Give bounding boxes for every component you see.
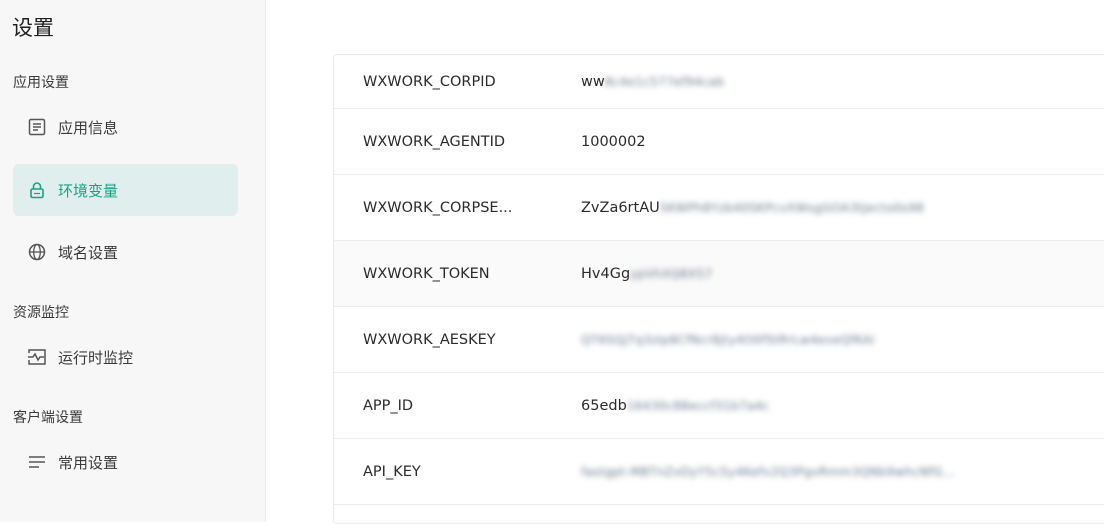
env-value: QT6SQjTq3zIp8CfNcr8jty4O0fStRrLw4eveQfKA… — [581, 333, 875, 347]
scroll-fade — [334, 55, 1104, 61]
table-row[interactable]: WXWORK_AESKEY QT6SQjTq3zIp8CfNcr8jty4O0f… — [334, 307, 1104, 373]
sidebar-item-runtime-monitor[interactable]: 运行时监控 — [13, 331, 238, 383]
group-label-app-settings: 应用设置 — [13, 75, 69, 91]
env-value: Hv4Gg ypVhXQ8X57 — [581, 266, 712, 282]
lock-icon — [27, 180, 47, 200]
env-value-visible: 1000002 — [581, 133, 646, 150]
menu-lines-icon — [27, 452, 47, 472]
env-key: API_KEY — [363, 463, 421, 480]
env-value-visible: Hv4Gg — [581, 265, 631, 282]
table-row[interactable]: WXWORK_TOKEN Hv4Gg ypVhXQ8X57 — [334, 241, 1104, 307]
document-icon — [27, 117, 47, 137]
sidebar-item-label: 运行时监控 — [58, 348, 134, 367]
env-value: ZvZa6rtAU 5KWPh8Yzb40SKPcvXWsgGOA3tJecto0… — [581, 200, 924, 216]
env-value-masked: ypVhXQ8X57 — [630, 266, 713, 281]
env-value-masked: 5KWPh8Yzb40SKPcvXWsgGOA3tJecto0s98 — [659, 200, 925, 215]
env-value: fastgpt-MBTnZxDyY5c5y4Kefv2Q3PgvRmm3QNb9… — [581, 465, 955, 479]
env-value: 65edb 16430c88eccf31b7a4c — [581, 398, 769, 414]
env-value-visible: 65edb — [581, 397, 627, 414]
env-variable-table: WXWORK_CORPID ww 8c4e1c577ef94cab WXWORK_… — [333, 54, 1104, 524]
sidebar-item-common-settings[interactable]: 常用设置 — [13, 436, 238, 488]
group-label-client-settings: 客户端设置 — [13, 410, 83, 426]
table-row[interactable]: API_KEY fastgpt-MBTnZxDyY5c5y4Kefv2Q3Pgv… — [334, 439, 1104, 505]
env-value: 1000002 — [581, 134, 646, 150]
env-key: WXWORK_CORPSE... — [363, 199, 513, 216]
env-key: WXWORK_CORPID — [363, 73, 496, 90]
table-row[interactable]: WXWORK_CORPID ww 8c4e1c577ef94cab — [334, 55, 1104, 109]
main-content: WXWORK_CORPID ww 8c4e1c577ef94cab WXWORK_… — [267, 0, 1104, 524]
env-key: WXWORK_AESKEY — [363, 331, 496, 348]
table-row[interactable]: WXWORK_CORPSE... ZvZa6rtAU 5KWPh8Yzb40SKP… — [334, 175, 1104, 241]
env-value-masked: QT6SQjTq3zIp8CfNcr8jty4O0fStRrLw4eveQfKA… — [581, 332, 876, 347]
env-value: ww 8c4e1c577ef94cab — [581, 74, 724, 90]
sidebar-item-label: 域名设置 — [58, 243, 119, 262]
page-title: 设置 — [12, 16, 54, 40]
sidebar-item-env-vars[interactable]: 环境变量 — [13, 164, 238, 216]
globe-icon — [27, 242, 47, 262]
env-key: WXWORK_TOKEN — [363, 265, 490, 282]
env-value-masked: 8c4e1c577ef94cab — [604, 74, 725, 89]
env-value-masked: 16430c88eccf31b7a4c — [626, 398, 770, 413]
sidebar: 设置 应用设置 应用信息 环境变量 域名设置 资源监控 运行时监控 客户端设置 … — [0, 0, 266, 522]
env-value-masked: fastgpt-MBTnZxDyY5c5y4Kefv2Q3PgvRmm3QNb9… — [581, 464, 956, 479]
sidebar-item-label: 环境变量 — [58, 181, 119, 200]
env-value-visible: ZvZa6rtAU — [581, 199, 660, 216]
table-row[interactable]: APP_ID 65edb 16430c88eccf31b7a4c — [334, 373, 1104, 439]
env-key: APP_ID — [363, 397, 414, 414]
sidebar-item-app-info[interactable]: 应用信息 — [13, 101, 238, 153]
sidebar-item-domain[interactable]: 域名设置 — [13, 226, 238, 278]
table-row[interactable]: WXWORK_AGENTID 1000002 — [334, 109, 1104, 175]
env-key: WXWORK_AGENTID — [363, 133, 506, 150]
group-label-resource-monitor: 资源监控 — [13, 305, 69, 321]
env-value-visible: ww — [581, 73, 605, 90]
sidebar-item-label: 常用设置 — [58, 453, 119, 472]
monitor-icon — [27, 347, 47, 367]
sidebar-item-label: 应用信息 — [58, 118, 119, 137]
